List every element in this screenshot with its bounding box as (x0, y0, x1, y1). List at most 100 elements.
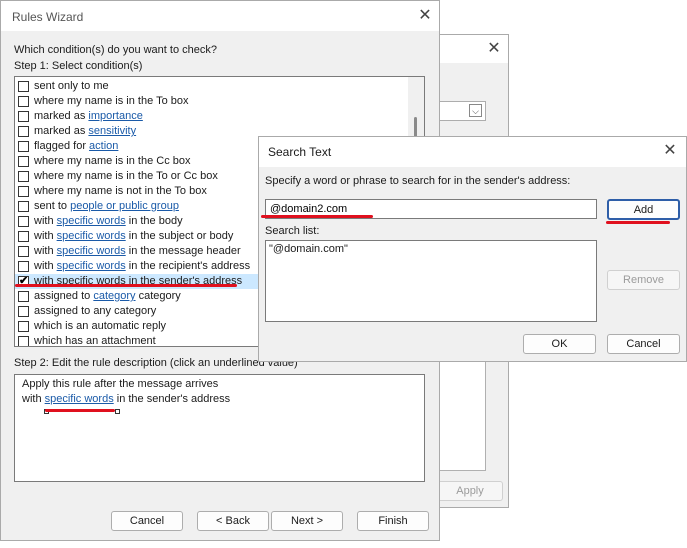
condition-text: where my name is in the To box (34, 94, 188, 109)
condition-text: assigned to category category (34, 289, 181, 304)
remove-button[interactable]: Remove (607, 270, 680, 290)
condition-text: sent to people or public group (34, 199, 179, 214)
condition-text-suffix: category (135, 290, 181, 302)
condition-checkbox[interactable] (18, 336, 29, 346)
condition-link[interactable]: specific words (57, 260, 126, 272)
step1-label: Step 1: Select condition(s) (14, 60, 143, 72)
condition-text-prefix: assigned to (34, 290, 94, 302)
condition-checkbox[interactable] (18, 156, 29, 167)
condition-text-prefix: with (34, 215, 57, 227)
apply-button[interactable]: Apply (437, 481, 503, 501)
condition-text: where my name is in the To or Cc box (34, 169, 218, 184)
condition-text: where my name is in the Cc box (34, 154, 191, 169)
condition-checkbox[interactable] (18, 126, 29, 137)
annotation-underline-link (45, 409, 115, 412)
condition-text-prefix: marked as (34, 125, 89, 137)
condition-link[interactable]: importance (88, 110, 142, 122)
search-text-dialog: Search Text ✕ Specify a word or phrase t… (258, 136, 687, 362)
close-icon[interactable]: ✕ (410, 5, 440, 27)
condition-checkbox[interactable] (18, 246, 29, 257)
condition-text-suffix: in the body (125, 215, 183, 227)
window-title: Rules Wizard (12, 10, 84, 24)
annotation-underline-condition (15, 284, 237, 287)
condition-item[interactable]: marked as importance (15, 109, 408, 124)
annotation-underline-input (261, 215, 373, 218)
add-button[interactable]: Add (607, 199, 680, 220)
condition-text-prefix: which has an attachment (34, 335, 156, 347)
finish-button[interactable]: Finish (357, 511, 429, 531)
condition-text-prefix: marked as (34, 110, 89, 122)
condition-text-prefix: where my name is in the To or Cc box (34, 170, 218, 182)
condition-text: with specific words in the body (34, 214, 183, 229)
condition-link[interactable]: sensitivity (88, 125, 136, 137)
back-button[interactable]: < Back (197, 511, 269, 531)
condition-link[interactable]: action (89, 140, 118, 152)
next-button[interactable]: Next > (271, 511, 343, 531)
condition-text: with specific words in the recipient's a… (34, 259, 250, 274)
condition-checkbox[interactable] (18, 306, 29, 317)
condition-text-prefix: with (34, 245, 57, 257)
condition-link[interactable]: specific words (57, 245, 126, 257)
condition-checkbox[interactable] (18, 141, 29, 152)
condition-checkbox[interactable] (18, 321, 29, 332)
search-list-item[interactable]: "@domain.com" (269, 243, 348, 255)
condition-text: sent only to me (34, 79, 109, 94)
search-cancel-button[interactable]: Cancel (607, 334, 680, 354)
rules-wizard-titlebar: Rules Wizard (1, 1, 439, 31)
condition-checkbox[interactable] (18, 81, 29, 92)
condition-text: with specific words in the message heade… (34, 244, 241, 259)
condition-text-prefix: sent to (34, 200, 71, 212)
condition-text-suffix: in the recipient's address (125, 260, 251, 272)
search-text-title: Search Text (268, 145, 332, 159)
condition-text-suffix: in the message header (125, 245, 241, 257)
condition-text: with specific words in the subject or bo… (34, 229, 233, 244)
condition-text: flagged for action (34, 139, 118, 154)
condition-checkbox[interactable] (18, 111, 29, 122)
condition-text-prefix: where my name is not in the To box (34, 185, 207, 197)
condition-checkbox[interactable] (18, 201, 29, 212)
condition-text: which has an attachment (34, 334, 156, 347)
condition-text-prefix: which is an automatic reply (34, 320, 167, 332)
condition-text: where my name is not in the To box (34, 184, 207, 199)
search-list-label: Search list: (265, 225, 320, 237)
rule-desc-line2: with specific words in the sender's addr… (22, 393, 230, 405)
cancel-button[interactable]: Cancel (111, 511, 183, 531)
condition-checkbox[interactable] (18, 291, 29, 302)
condition-text: marked as sensitivity (34, 124, 136, 139)
annotation-underline-add (606, 221, 670, 224)
condition-link[interactable]: people or public group (70, 200, 179, 212)
rule-desc-line2-prefix: with (22, 393, 45, 405)
rule-desc-line2-suffix: in the sender's address (113, 393, 231, 405)
condition-checkbox[interactable] (18, 171, 29, 182)
condition-checkbox[interactable] (18, 186, 29, 197)
condition-checkbox[interactable] (18, 216, 29, 227)
condition-text-prefix: with (34, 260, 57, 272)
condition-text-prefix: sent only to me (34, 80, 109, 92)
condition-link[interactable]: specific words (57, 215, 126, 227)
specific-words-link[interactable]: specific words (45, 393, 114, 405)
condition-checkbox[interactable] (18, 96, 29, 107)
condition-link[interactable]: category (93, 290, 135, 302)
condition-checkbox[interactable] (18, 261, 29, 272)
background-list-panel (437, 361, 486, 471)
condition-link[interactable]: specific words (57, 230, 126, 242)
condition-text-prefix: with (34, 230, 57, 242)
background-close-icon[interactable]: ✕ (479, 38, 509, 60)
condition-text: assigned to any category (34, 304, 156, 319)
ok-button[interactable]: OK (523, 334, 596, 354)
condition-item[interactable]: where my name is in the To box (15, 94, 408, 109)
search-prompt-label: Specify a word or phrase to search for i… (265, 175, 571, 187)
rule-description-box: Apply this rule after the message arrive… (14, 374, 425, 482)
search-text-close-icon[interactable]: ✕ (655, 140, 685, 162)
condition-text-prefix: assigned to any category (34, 305, 157, 317)
search-text-titlebar: Search Text (259, 137, 686, 167)
condition-text: which is an automatic reply (34, 319, 166, 334)
condition-text-suffix: in the subject or body (125, 230, 234, 242)
condition-item[interactable]: sent only to me (15, 79, 408, 94)
condition-checkbox[interactable] (18, 231, 29, 242)
background-dropdown[interactable]: ⌵ (437, 101, 486, 121)
rule-desc-line1: Apply this rule after the message arrive… (22, 378, 219, 390)
chevron-down-icon: ⌵ (469, 104, 482, 117)
search-list-box[interactable]: "@domain.com" (265, 240, 597, 322)
condition-text: marked as importance (34, 109, 143, 124)
